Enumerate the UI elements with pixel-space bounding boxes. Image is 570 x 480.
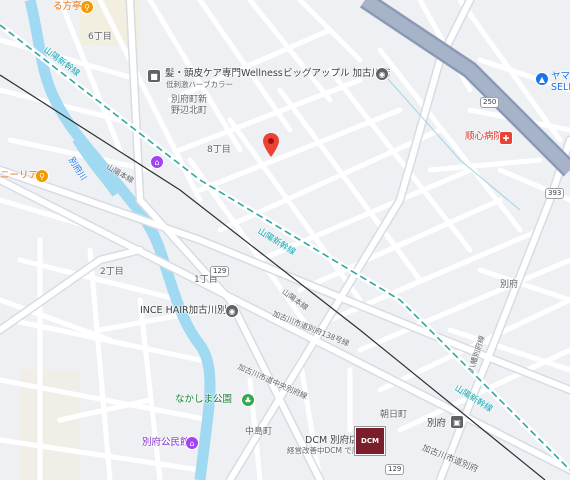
area-label-2chome: 2丁目: [100, 267, 124, 277]
place-label-hospital[interactable]: 顺心病院: [465, 132, 503, 142]
place-label-yamada-2[interactable]: SELE: [551, 83, 570, 93]
hospital-icon[interactable]: ✚: [499, 131, 513, 145]
route-shield-393: 393: [545, 188, 565, 199]
building-icon[interactable]: ⌂: [150, 155, 164, 169]
place-label-dcm[interactable]: DCM 別府店: [305, 436, 359, 446]
area-label-befu-shin-2: 野辺北町: [171, 106, 208, 116]
train-icon[interactable]: ▣: [450, 415, 464, 429]
route-shield-129-a: 129: [210, 266, 230, 277]
location-pin-icon[interactable]: [263, 133, 279, 157]
restaurant-icon[interactable]: ⚲: [80, 0, 94, 14]
area-label-nakajima-cho: 中島町: [245, 427, 273, 437]
dcm-logo-marker[interactable]: DCM: [355, 427, 385, 455]
shopping-bag-icon[interactable]: ◉: [225, 304, 239, 318]
place-label-yamada[interactable]: ヤマ: [551, 72, 570, 82]
place-label-nakashima-park[interactable]: なかしま公園: [175, 395, 232, 405]
area-label-6chome: 6丁目: [88, 32, 112, 42]
area-label-befu-shin: 別府町新: [171, 95, 208, 105]
place-label-wellness[interactable]: 髪・頭皮ケア専門Wellness: [165, 69, 283, 79]
area-label-befu: 別府: [500, 280, 519, 290]
place-label-cho-kata-tei[interactable]: る方亭: [53, 2, 82, 12]
map-view[interactable]: ⚲ る方亭 ■ 髪・頭皮ケア専門Wellness 低刺激ハーブカラー ビッグアッ…: [0, 0, 570, 480]
shopping-bag-icon[interactable]: ▲: [535, 72, 549, 86]
area-label-8chome: 8丁目: [207, 145, 231, 155]
route-shield-129-b: 129: [385, 464, 405, 475]
shopping-bag-icon[interactable]: ◉: [375, 67, 389, 81]
place-label-neria[interactable]: ニーリア: [0, 171, 38, 181]
fork-knife-icon[interactable]: ⚲: [35, 169, 49, 183]
place-label-ince-hair[interactable]: INCE HAIR加古川別府: [140, 306, 236, 316]
building-icon[interactable]: ⌂: [185, 436, 199, 450]
station-label-befu[interactable]: 別府: [427, 419, 446, 429]
place-sublabel-wellness: 低刺激ハーブカラー: [166, 80, 234, 89]
shopping-icon[interactable]: ■: [147, 69, 161, 83]
tree-icon[interactable]: ♣: [241, 393, 255, 407]
area-label-asahi-cho: 朝日町: [380, 410, 408, 420]
place-label-befu-kominkan[interactable]: 別府公民館: [142, 438, 190, 448]
route-shield-250: 250: [480, 97, 500, 108]
area-label-1chome: 1丁目: [194, 275, 218, 285]
